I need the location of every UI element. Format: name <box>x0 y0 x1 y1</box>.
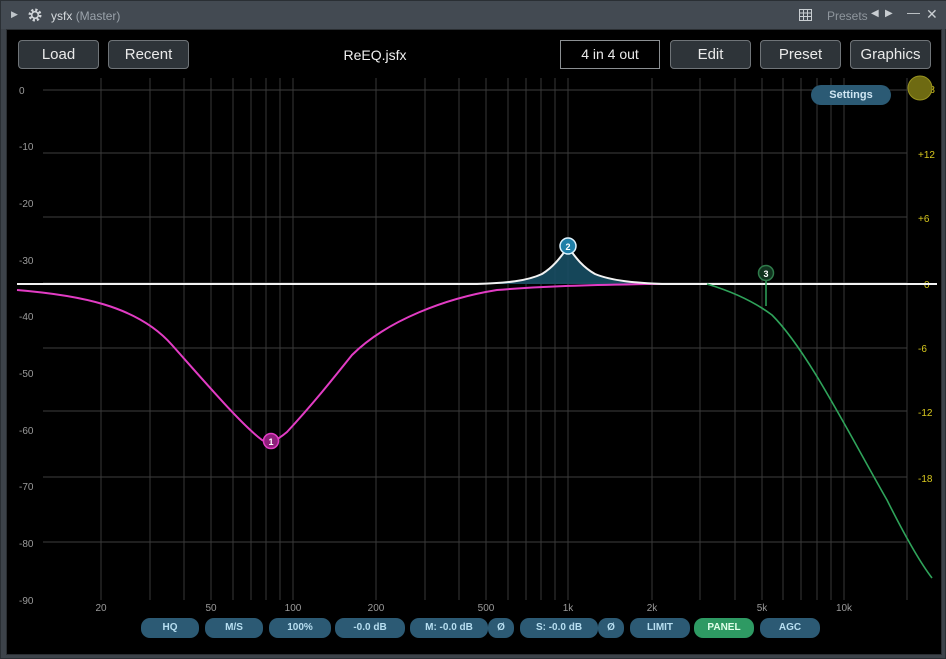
minimize-icon[interactable]: — <box>907 5 920 20</box>
freq-label: 20 <box>95 603 107 614</box>
side-phase-invert-toggle[interactable]: Ø <box>598 618 624 638</box>
db-left-label: -20 <box>19 199 34 210</box>
db-right-label: 0 <box>924 280 930 291</box>
db-right-label: +6 <box>918 214 930 225</box>
mix-percent[interactable]: 100% <box>269 618 331 638</box>
grid-icon[interactable] <box>799 9 812 24</box>
db-axis-left: 0 -10 -20 -30 -40 -50 -60 -70 -80 -90 <box>19 86 34 607</box>
app-name: ysfx <box>51 9 73 23</box>
window-context: (Master) <box>75 9 121 23</box>
mid-side-toggle[interactable]: M/S <box>205 618 263 638</box>
limit-toggle[interactable]: LIMIT <box>630 618 690 638</box>
plugin-area: Load Recent ReEQ.jsfx 4 in 4 out Edit Pr… <box>6 29 942 655</box>
freq-label: 500 <box>478 603 495 614</box>
mid-gain-value[interactable]: M: -0.0 dB <box>410 618 488 638</box>
node-2-label: 2 <box>565 242 570 252</box>
vertical-grid <box>100 78 908 600</box>
band-node-1[interactable]: 1 <box>262 432 280 450</box>
band-node-2[interactable]: 2 <box>559 237 577 255</box>
freq-label: 10k <box>836 603 853 614</box>
node-3-label: 3 <box>763 269 768 279</box>
band-3-curve <box>706 283 933 579</box>
combined-response-curve <box>17 245 937 285</box>
db-right-label: -12 <box>918 408 933 419</box>
db-left-label: 0 <box>19 86 25 97</box>
window-title: ysfx (Master) <box>51 9 120 23</box>
panel-toggle[interactable]: PANEL <box>694 618 754 638</box>
db-left-label: -60 <box>19 426 34 437</box>
db-left-label: -30 <box>19 256 34 267</box>
freq-label: 2k <box>647 603 659 614</box>
next-arrow-icon[interactable]: ▶ <box>885 8 893 19</box>
db-right-label: +12 <box>918 150 935 161</box>
side-gain-value[interactable]: S: -0.0 dB <box>520 618 598 638</box>
hq-toggle[interactable]: HQ <box>141 618 199 638</box>
freq-label: 200 <box>368 603 385 614</box>
output-gain-knob[interactable] <box>907 75 933 101</box>
freq-label: 100 <box>285 603 302 614</box>
plugin-window: ▶ ysfx (Master) Presets ◀ ▶ — ✕ Load Rec… <box>0 0 946 659</box>
settings-button[interactable]: Settings <box>811 85 891 105</box>
freq-label: 5k <box>757 603 769 614</box>
presets-label[interactable]: Presets <box>827 9 868 23</box>
db-left-label: -40 <box>19 312 34 323</box>
agc-toggle[interactable]: AGC <box>760 618 820 638</box>
freq-label: 50 <box>205 603 217 614</box>
db-right-label: -6 <box>918 344 927 355</box>
expand-arrow-icon[interactable]: ▶ <box>11 9 18 20</box>
title-bar: ▶ ysfx (Master) Presets ◀ ▶ — ✕ <box>1 1 946 29</box>
node-1-label: 1 <box>268 437 273 447</box>
freq-label: 1k <box>563 603 575 614</box>
gear-icon[interactable] <box>27 7 43 26</box>
db-left-label: -70 <box>19 482 34 493</box>
mid-phase-invert-toggle[interactable]: Ø <box>488 618 514 638</box>
prev-arrow-icon[interactable]: ◀ <box>871 8 879 19</box>
db-left-label: -10 <box>19 142 34 153</box>
db-left-label: -80 <box>19 539 34 550</box>
db-left-label: -50 <box>19 369 34 380</box>
output-gain-value[interactable]: -0.0 dB <box>335 618 405 638</box>
horizontal-grid <box>43 89 907 543</box>
band-1-curve <box>16 283 707 443</box>
db-left-label: -90 <box>19 596 34 607</box>
eq-graph[interactable]: 0 -10 -20 -30 -40 -50 -60 -70 -80 -90 +1… <box>7 30 943 656</box>
close-icon[interactable]: ✕ <box>926 6 938 23</box>
freq-axis: 20 50 100 200 500 1k 2k 5k 10k <box>95 603 853 614</box>
band-node-3[interactable]: 3 <box>757 264 775 282</box>
db-right-label: -18 <box>918 474 933 485</box>
